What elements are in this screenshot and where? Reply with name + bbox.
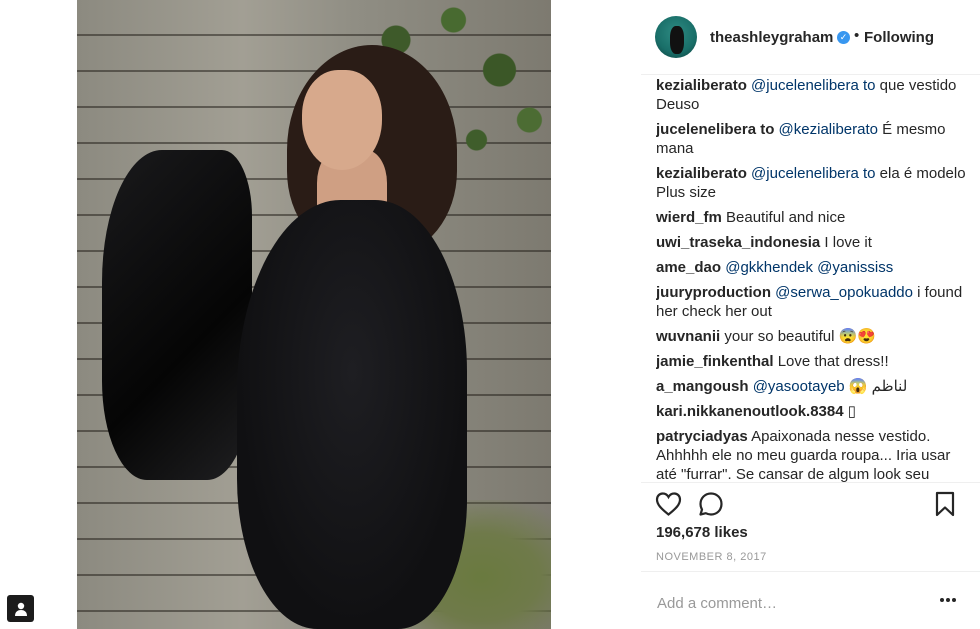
comment-author-link[interactable]: wierd_fm [656,209,722,226]
comment-author-link[interactable]: uwi_traseka_indonesia [656,234,820,251]
person-icon [14,602,27,616]
comment-item: kari.nikkanenoutlook.8384 ▯ [656,402,966,421]
avatar[interactable] [655,16,697,58]
add-comment-row [641,571,980,629]
post-header: theashleygraham ✓ • Following [641,0,980,75]
comment-text: Beautiful and nice [721,209,846,226]
leather-jacket [102,150,252,480]
comment-mention-link[interactable]: @kezialiberato [779,121,878,138]
comment-author-link[interactable]: patryciadyas [656,428,748,445]
username-link[interactable]: theashleygraham [710,29,833,46]
action-bar [641,482,980,522]
comment-item: juuryproduction @serwa_opokuaddo i found… [656,283,966,321]
black-dress [237,200,467,629]
comment-author-link[interactable]: kezialiberato [656,77,747,94]
comment-author-link[interactable]: kari.nikkanenoutlook.8384 [656,403,844,420]
comment-item: a_mangoush @yasootayeb 😱 لناظم [656,377,966,396]
comment-item: wierd_fm Beautiful and nice [656,208,966,227]
post-date: NOVEMBER 8, 2017 [656,551,767,563]
comment-text: 😱 لناظم [844,378,908,395]
more-options-icon[interactable] [939,596,957,604]
comment-item: jamie_finkenthal Love that dress!! [656,352,966,371]
face [302,70,382,170]
comment-mention-link[interactable]: @gkkhendek @yanississ [725,259,893,276]
comment-mention-link[interactable]: @jucelenelibera to [751,165,875,182]
comment-item: ame_dao @gkkhendek @yanississ [656,258,966,277]
post-side-panel: theashleygraham ✓ • Following kezialiber… [641,0,980,629]
separator-dot: • [854,27,860,44]
comment-text: ▯ [843,403,856,420]
comment-item: kezialiberato @jucelenelibera to ela é m… [656,164,966,202]
verified-badge-icon: ✓ [837,31,850,44]
comment-mention-link[interactable]: @yasootayeb [753,378,845,395]
comment-mention-link[interactable]: @serwa_opokuaddo [775,284,913,301]
comments-list[interactable]: kezialiberato @jucelenelibera to que ves… [656,76,966,482]
comment-text: Love that dress!! [773,353,889,370]
comment-author-link[interactable]: jucelenelibera to [656,121,774,138]
comment-text: I love it [820,234,872,251]
comment-text: your so beautiful 😨😍 [720,328,876,345]
heart-icon[interactable] [655,491,682,517]
comment-item: jucelenelibera to @kezialiberato É mesmo… [656,120,966,158]
add-comment-input[interactable] [657,592,927,614]
comment-item: wuvnanii your so beautiful 😨😍 [656,327,966,346]
following-button[interactable]: Following [864,29,934,46]
comment-author-link[interactable]: kezialiberato [656,165,747,182]
comment-item: patryciadyas Apaixonada nesse vestido. A… [656,427,966,482]
comment-icon[interactable] [698,491,724,517]
comment-author-link[interactable]: a_mangoush [656,378,749,395]
comment-author-link[interactable]: wuvnanii [656,328,720,345]
comment-item: uwi_traseka_indonesia I love it [656,233,966,252]
comment-author-link[interactable]: jamie_finkenthal [656,353,774,370]
comment-mention-link[interactable]: @jucelenelibera to [751,77,875,94]
bookmark-icon[interactable] [935,491,955,517]
tagged-user-icon[interactable] [7,595,34,622]
post-photo[interactable] [77,0,551,629]
comment-item: kezialiberato @jucelenelibera to que ves… [656,76,966,114]
comment-author-link[interactable]: juuryproduction [656,284,771,301]
likes-count[interactable]: 196,678 likes [656,524,748,541]
comment-author-link[interactable]: ame_dao [656,259,721,276]
